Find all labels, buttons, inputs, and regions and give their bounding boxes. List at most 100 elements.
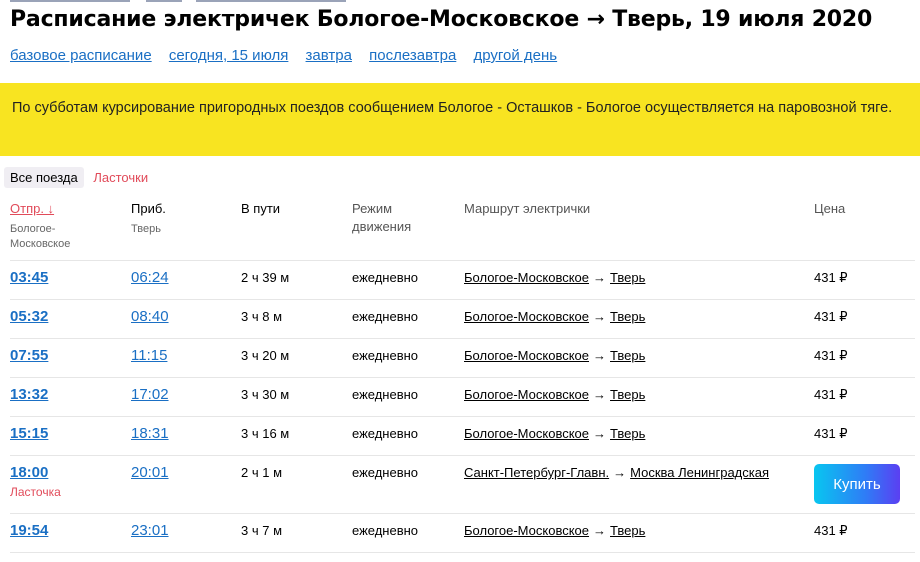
header-arrival-label[interactable]: Приб. bbox=[131, 200, 166, 218]
route[interactable]: Бологое-Московское → Тверь bbox=[464, 426, 645, 441]
table-row: 05:32 08:40 3 ч 8 м ежедневно Бологое-Мо… bbox=[10, 299, 915, 339]
route-to[interactable]: Тверь bbox=[610, 387, 645, 402]
schedule-mode: ежедневно bbox=[352, 465, 419, 480]
header-route-label: Маршрут электрички bbox=[464, 201, 591, 216]
filter-lastochki[interactable]: Ласточки bbox=[87, 167, 154, 188]
schedule-mode: ежедневно bbox=[352, 270, 419, 285]
route-from[interactable]: Бологое-Московское bbox=[464, 309, 589, 324]
route[interactable]: Бологое-Московское → Тверь bbox=[464, 309, 645, 324]
duration: 3 ч 7 м bbox=[241, 523, 283, 538]
header-arrival-station: Тверь bbox=[131, 223, 161, 235]
header-price-label[interactable]: Цена bbox=[814, 200, 845, 218]
cropped-link bbox=[10, 0, 130, 2]
route[interactable]: Санкт-Петербург-Главн. → Москва Ленинградс… bbox=[464, 465, 769, 480]
table-row: 03:45 06:24 2 ч 39 м ежедневно Бологое-М… bbox=[10, 260, 915, 300]
price: 431 ₽ bbox=[814, 270, 848, 285]
arrival-time[interactable]: 17:02 bbox=[131, 386, 169, 403]
route-to[interactable]: Тверь bbox=[610, 309, 645, 324]
header-departure-label[interactable]: Отпр. ↓ bbox=[10, 200, 80, 218]
duration: 3 ч 8 м bbox=[241, 309, 283, 324]
arrival-time[interactable]: 11:15 bbox=[131, 347, 167, 364]
price: 431 ₽ bbox=[814, 426, 848, 441]
schedule-mode: ежедневно bbox=[352, 523, 419, 538]
nav-other-day[interactable]: другой день bbox=[473, 47, 557, 64]
arrival-time[interactable]: 08:40 bbox=[131, 308, 169, 325]
route-arrow: → bbox=[593, 387, 607, 402]
departure-time[interactable]: 15:15 bbox=[10, 425, 48, 442]
nav-base-schedule[interactable]: базовое расписание bbox=[10, 47, 152, 64]
departure-time[interactable]: 07:55 bbox=[10, 347, 48, 364]
header-price[interactable]: Цена bbox=[814, 200, 845, 218]
header-route: Маршрут электрички bbox=[464, 200, 590, 218]
route[interactable]: Бологое-Московское → Тверь bbox=[464, 387, 645, 402]
route-from[interactable]: Бологое-Московское bbox=[464, 426, 589, 441]
nav-day-after-tomorrow[interactable]: послезавтра bbox=[369, 47, 456, 64]
page-title: Расписание электричек Бологое-Московское… bbox=[10, 7, 873, 32]
departure-time[interactable]: 05:32 bbox=[10, 308, 48, 325]
duration: 2 ч 1 м bbox=[241, 465, 283, 480]
route-to[interactable]: Тверь bbox=[610, 348, 645, 363]
lastochka-badge: Ласточка bbox=[10, 485, 61, 499]
route-to[interactable]: Тверь bbox=[610, 270, 645, 285]
price: 431 ₽ bbox=[814, 348, 848, 363]
header-duration[interactable]: В пути bbox=[241, 200, 280, 218]
cropped-link bbox=[146, 0, 182, 2]
price: 431 ₽ bbox=[814, 309, 848, 324]
route-from[interactable]: Бологое-Московское bbox=[464, 387, 589, 402]
route-arrow: → bbox=[593, 270, 607, 285]
buy-button[interactable]: Купить bbox=[814, 464, 900, 504]
cropped-link bbox=[196, 0, 346, 2]
table-row: 15:15 18:31 3 ч 16 м ежедневно Бологое-М… bbox=[10, 416, 915, 456]
header-mode: Режим движения bbox=[352, 200, 422, 236]
duration: 3 ч 20 м bbox=[241, 348, 290, 363]
header-departure[interactable]: Отпр. ↓ Бологое-Московское bbox=[10, 200, 80, 252]
route-to[interactable]: Тверь bbox=[610, 523, 645, 538]
notice-banner: По субботам курсирование пригородных пое… bbox=[0, 83, 920, 156]
route-arrow: → bbox=[613, 465, 627, 480]
duration: 3 ч 30 м bbox=[241, 387, 290, 402]
route-arrow: → bbox=[593, 309, 607, 324]
route-from[interactable]: Бологое-Московское bbox=[464, 523, 589, 538]
route-arrow: → bbox=[593, 426, 607, 441]
duration: 3 ч 16 м bbox=[241, 426, 290, 441]
route[interactable]: Бологое-Московское → Тверь bbox=[464, 348, 645, 363]
nav-tomorrow[interactable]: завтра bbox=[306, 47, 352, 64]
route-to[interactable]: Тверь bbox=[610, 426, 645, 441]
header-arrival[interactable]: Приб. Тверь bbox=[131, 200, 166, 237]
table-row: 07:55 11:15 3 ч 20 м ежедневно Бологое-М… bbox=[10, 338, 915, 378]
table-row: 18:00 Ласточка 20:01 2 ч 1 м ежедневно С… bbox=[10, 455, 915, 514]
table-divider bbox=[10, 552, 915, 553]
route-from[interactable]: Бологое-Московское bbox=[464, 348, 589, 363]
arrival-time[interactable]: 06:24 bbox=[131, 269, 169, 286]
arrival-time[interactable]: 23:01 bbox=[131, 522, 169, 539]
day-navigation: базовое расписание сегодня, 15 июля завт… bbox=[10, 47, 570, 64]
price: 431 ₽ bbox=[814, 387, 848, 402]
schedule-mode: ежедневно bbox=[352, 387, 419, 402]
schedule-mode: ежедневно bbox=[352, 309, 419, 324]
train-filter: Все поезда Ласточки bbox=[4, 167, 154, 188]
arrival-time[interactable]: 18:31 bbox=[131, 425, 169, 442]
route-from[interactable]: Санкт-Петербург-Главн. bbox=[464, 465, 609, 480]
arrival-time[interactable]: 20:01 bbox=[131, 464, 169, 481]
route-from[interactable]: Бологое-Московское bbox=[464, 270, 589, 285]
header-duration-label[interactable]: В пути bbox=[241, 200, 280, 218]
departure-time[interactable]: 19:54 bbox=[10, 522, 48, 539]
departure-time[interactable]: 03:45 bbox=[10, 269, 48, 286]
header-departure-station: Бологое-Московское bbox=[10, 223, 71, 250]
route-to[interactable]: Москва Ленинградская bbox=[630, 465, 769, 480]
departure-time[interactable]: 18:00 bbox=[10, 464, 48, 481]
schedule-mode: ежедневно bbox=[352, 348, 419, 363]
cropped-top-bar bbox=[0, 0, 920, 3]
route-arrow: → bbox=[593, 348, 607, 363]
route[interactable]: Бологое-Московское → Тверь bbox=[464, 523, 645, 538]
filter-all-trains[interactable]: Все поезда bbox=[4, 167, 84, 188]
duration: 2 ч 39 м bbox=[241, 270, 290, 285]
price: 431 ₽ bbox=[814, 523, 848, 538]
table-row: 13:32 17:02 3 ч 30 м ежедневно Бологое-М… bbox=[10, 377, 915, 417]
route-arrow: → bbox=[593, 523, 607, 538]
header-mode-label: Режим движения bbox=[352, 201, 412, 234]
table-row: 19:54 23:01 3 ч 7 м ежедневно Бологое-Мо… bbox=[10, 513, 915, 553]
nav-today[interactable]: сегодня, 15 июля bbox=[169, 47, 289, 64]
departure-time[interactable]: 13:32 bbox=[10, 386, 48, 403]
route[interactable]: Бологое-Московское → Тверь bbox=[464, 270, 645, 285]
